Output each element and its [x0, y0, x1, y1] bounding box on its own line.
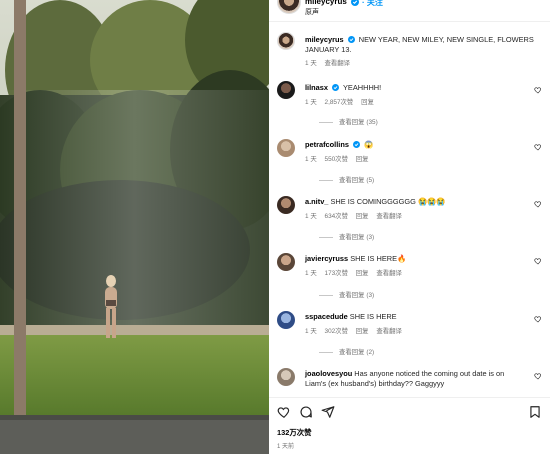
caption-meta: 1 天 查看翻译	[305, 58, 356, 67]
comment-avatar[interactable]	[277, 196, 295, 214]
view-replies-link[interactable]: 查看回复 (3)	[319, 232, 374, 241]
comment-likes[interactable]: 634次赞	[325, 213, 348, 220]
post-header: mileycyrus · 关注 原声	[269, 0, 550, 22]
comment-item: joaolovesyou Has anyone noticed the comi…	[305, 369, 504, 379]
comment-text: SHE IS HERE	[349, 312, 397, 321]
comment-item: javiercyruss SHE IS HERE🔥	[305, 254, 406, 264]
comment-avatar[interactable]	[277, 253, 295, 271]
heart-icon[interactable]	[534, 143, 542, 151]
comment-item: a.nitv_ SHE IS COMINGGGGGG 😭😭😭	[305, 197, 446, 207]
comment-text: YEAHHHH!	[343, 83, 382, 92]
comment-meta: 1 天 2,857次赞 回复	[305, 97, 380, 106]
action-bar	[269, 397, 550, 425]
comment-username[interactable]: javiercyruss	[305, 254, 348, 263]
verified-badge-icon	[347, 36, 355, 43]
reply-button[interactable]: 回复	[356, 328, 369, 335]
view-replies-link[interactable]: 查看回复 (5)	[319, 175, 374, 184]
view-replies-link[interactable]: 查看回复 (2)	[319, 347, 374, 356]
comment-text: Has anyone noticed the coming out date i…	[354, 369, 505, 378]
post-time: 1 天前	[277, 444, 295, 450]
comment-likes[interactable]: 550次赞	[325, 156, 348, 163]
reply-button[interactable]: 回复	[356, 270, 369, 277]
heart-icon[interactable]	[534, 372, 542, 380]
comment-username[interactable]: sspacedude	[305, 312, 348, 321]
comment-time: 1 天	[305, 270, 317, 277]
comment-avatar[interactable]	[277, 368, 295, 386]
like-count[interactable]: 132万次赞	[277, 427, 312, 438]
comment-item: petrafcollins 😱	[305, 140, 373, 150]
heart-icon[interactable]	[277, 405, 291, 419]
comment-meta: 1 天 173次赞 回复 查看翻译	[305, 268, 408, 277]
audio-label[interactable]: 原声	[305, 7, 319, 17]
view-replies-link[interactable]: 查看回复 (35)	[319, 117, 378, 126]
caption-avatar[interactable]	[277, 32, 295, 50]
comment-text: 😱	[364, 140, 374, 149]
comment-meta: 1 天 302次赞 回复 查看翻译	[305, 326, 408, 335]
comment-username[interactable]: lilnasx	[305, 83, 328, 92]
comment-username[interactable]: a.nitv_	[305, 197, 328, 206]
verified-badge-icon	[332, 84, 340, 91]
post-media[interactable]	[0, 0, 269, 454]
comment-meta: 1 天 634次赞 回复 查看翻译	[305, 211, 408, 220]
reply-button[interactable]: 回复	[356, 156, 369, 163]
header-username[interactable]: mileycyrus	[305, 0, 347, 6]
comment-avatar[interactable]	[277, 139, 295, 157]
comment-likes[interactable]: 173次赞	[325, 270, 348, 277]
comment-username[interactable]: joaolovesyou	[305, 369, 352, 378]
bookmark-icon[interactable]	[528, 405, 542, 419]
heart-icon[interactable]	[534, 257, 542, 265]
comment-meta: 1 天 550次赞 回复	[305, 154, 375, 163]
caption-username[interactable]: mileycyrus	[305, 35, 344, 44]
reply-button[interactable]: 回复	[356, 213, 369, 220]
caption: mileycyrus NEW YEAR, NEW MILEY, NEW SING…	[305, 35, 537, 55]
comment-avatar[interactable]	[277, 311, 295, 329]
comment-time: 1 天	[305, 328, 317, 335]
see-translation-link[interactable]: 查看翻译	[325, 60, 351, 67]
verified-badge-icon	[353, 141, 361, 148]
see-translation-link[interactable]: 查看翻译	[376, 328, 402, 335]
post-sidebar: mileycyrus · 关注 原声 mileycyrus NEW YEAR, …	[269, 0, 550, 454]
comment-item: lilnasx YEAHHHH!	[305, 83, 381, 93]
reply-button[interactable]: 回复	[361, 99, 374, 106]
comment-username[interactable]: petrafcollins	[305, 140, 349, 149]
comment-text-continued: Liam's (ex husband's) birthday?? Gaggyyy	[305, 379, 445, 388]
comment-text: SHE IS COMINGGGGGG 😭😭😭	[330, 197, 446, 206]
comment-text: SHE IS HERE🔥	[350, 254, 407, 263]
comment-time: 1 天	[305, 99, 317, 106]
see-translation-link[interactable]: 查看翻译	[376, 213, 402, 220]
comment-item: sspacedude SHE IS HERE	[305, 312, 397, 322]
heart-icon[interactable]	[534, 315, 542, 323]
avatar[interactable]	[277, 0, 301, 14]
comment-avatar[interactable]	[277, 81, 295, 99]
comment-likes[interactable]: 302次赞	[325, 328, 348, 335]
see-translation-link[interactable]: 查看翻译	[376, 270, 402, 277]
heart-icon[interactable]	[534, 200, 542, 208]
comment-icon[interactable]	[299, 405, 313, 419]
comment-time: 1 天	[305, 156, 317, 163]
heart-icon[interactable]	[534, 86, 542, 94]
follow-button[interactable]: · 关注	[362, 0, 383, 8]
comment-likes[interactable]: 2,857次赞	[325, 99, 354, 106]
send-icon[interactable]	[321, 405, 335, 419]
verified-badge-icon	[351, 0, 359, 6]
caption-time: 1 天	[305, 60, 317, 67]
media-image	[0, 0, 269, 454]
comment-time: 1 天	[305, 213, 317, 220]
view-replies-link[interactable]: 查看回复 (3)	[319, 290, 374, 299]
